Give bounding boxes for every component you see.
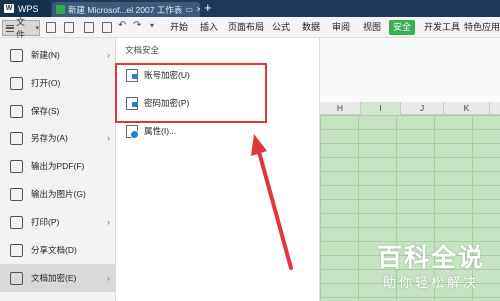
file-menu-item-save[interactable]: 保存(S) — [0, 97, 116, 125]
column-header-row: H I J K — [320, 102, 500, 115]
image-icon — [10, 187, 23, 201]
tab-view[interactable]: 视图 — [359, 20, 385, 35]
file-menu-item-save-as[interactable]: 另存为(A) › — [0, 124, 116, 152]
tab-special-apps[interactable]: 特色应用 — [460, 20, 500, 35]
undo-icon[interactable]: ↶ — [118, 20, 126, 31]
app-name: WPS — [18, 3, 39, 14]
document-tab-title: 新建 Microsof...el 2007 工作表 — [68, 4, 183, 15]
hamburger-icon — [6, 24, 14, 32]
watermark-main: 百科全说 — [376, 244, 485, 272]
document-tab[interactable]: 新建 Microsof...el 2007 工作表 ▭ ✕ — [52, 2, 200, 17]
preview-quick-icon[interactable] — [102, 22, 112, 33]
file-menu-item-open[interactable]: 打开(O) — [0, 69, 116, 97]
file-menu-item-label: 新建(N) — [31, 50, 60, 60]
column-header-j[interactable]: J — [401, 102, 444, 115]
file-menu-item-label: 打印(P) — [31, 217, 60, 227]
save-as-icon — [10, 131, 23, 145]
tab-developer[interactable]: 开发工具 — [420, 20, 464, 35]
tab-home[interactable]: 开始 — [166, 20, 192, 35]
tab-close-icon[interactable]: ✕ — [196, 5, 200, 14]
chevron-down-icon: ▾ — [35, 25, 39, 32]
save-quick-icon[interactable] — [46, 22, 56, 33]
file-menu-panel: 新建(N) › 打开(O) 保存(S) 另存为(A) › 输出为PDF(F) 输… — [0, 38, 116, 301]
share-icon — [10, 243, 23, 257]
quick-access-dropdown-icon[interactable]: ▾ — [150, 21, 154, 30]
file-menu-item-print[interactable]: 打印(P) › — [0, 208, 116, 236]
toolbar-area — [320, 38, 500, 102]
print-quick-icon[interactable] — [84, 22, 94, 33]
properties-icon — [126, 124, 139, 139]
file-menu-item-label: 文档加密(E) — [31, 273, 77, 283]
watermark: 百科全说 助你轻松解决 — [370, 238, 492, 291]
chevron-right-icon: › — [107, 133, 110, 143]
export-quick-icon[interactable] — [64, 22, 74, 33]
file-menu-item-share[interactable]: 分享文档(D) — [0, 236, 116, 264]
file-menu-item-encrypt[interactable]: 文档加密(E) › — [0, 264, 116, 292]
column-header-h[interactable]: H — [320, 102, 361, 115]
file-menu-item-export-image[interactable]: 输出为图片(G) — [0, 180, 116, 208]
chevron-right-icon: › — [107, 217, 110, 227]
highlight-box — [115, 63, 267, 123]
submenu-header: 文档安全 — [125, 45, 160, 55]
chevron-right-icon: › — [107, 273, 110, 283]
new-file-icon — [10, 48, 23, 62]
file-menu-button[interactable]: 文件 ▾ — [2, 17, 40, 40]
tab-page-layout[interactable]: 页面布局 — [224, 20, 268, 35]
watermark-sub: 助你轻松解决 — [382, 275, 479, 290]
file-menu-item-label: 另存为(A) — [31, 133, 68, 143]
pdf-icon — [10, 159, 23, 173]
chevron-right-icon: › — [107, 50, 110, 60]
spreadsheet-icon — [56, 5, 65, 14]
tab-security[interactable]: 安全 — [389, 20, 416, 35]
file-menu-item-label: 分享文档(D) — [31, 245, 77, 255]
save-icon — [10, 104, 23, 118]
column-header-i[interactable]: I — [361, 102, 401, 115]
wps-logo-icon: W — [4, 4, 14, 13]
file-menu-item-new[interactable]: 新建(N) › — [0, 41, 116, 69]
redo-icon[interactable]: ↷ — [133, 20, 141, 31]
tab-data[interactable]: 数据 — [298, 20, 324, 35]
menu-bar: 文件 ▾ ↶ ↷ ▾ 开始 插入 页面布局 公式 数据 审阅 视图 安全 开发工… — [0, 17, 500, 40]
tab-review[interactable]: 审阅 — [328, 20, 354, 35]
file-menu-item-label: 输出为图片(G) — [31, 189, 86, 199]
tab-monitor-icon[interactable]: ▭ — [185, 5, 193, 14]
print-icon — [10, 215, 23, 229]
properties-item[interactable]: 属性(I)... — [126, 120, 176, 142]
encrypt-icon — [10, 271, 23, 285]
title-bar: W WPS 新建 Microsof...el 2007 工作表 ▭ ✕ + — [0, 0, 500, 17]
tab-insert[interactable]: 插入 — [196, 20, 222, 35]
new-tab-button[interactable]: + — [204, 0, 212, 17]
column-header-k[interactable]: K — [444, 102, 490, 115]
submenu-item-label: 属性(I)... — [144, 126, 177, 136]
file-menu-item-label: 保存(S) — [31, 106, 60, 116]
tab-formulas[interactable]: 公式 — [268, 20, 294, 35]
file-menu-item-label: 输出为PDF(F) — [31, 161, 85, 171]
folder-icon — [10, 76, 23, 90]
file-menu-item-label: 打开(O) — [31, 78, 61, 88]
file-menu-item-export-pdf[interactable]: 输出为PDF(F) — [0, 152, 116, 180]
